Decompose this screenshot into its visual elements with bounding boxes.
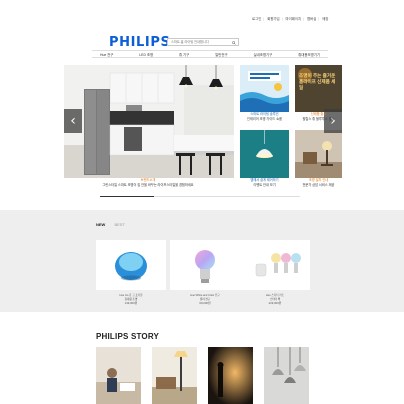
story-card-4[interactable] (264, 347, 309, 404)
product-price: 69,000원 (199, 301, 211, 305)
nav-item-indoor-fixture[interactable]: 실내조명기구 (254, 52, 273, 57)
nav-item-hue-bulb[interactable]: Hue 전구 (100, 52, 113, 57)
tab-new[interactable]: NEW (96, 222, 105, 227)
search-input[interactable] (171, 40, 231, 44)
top-link-membership[interactable]: 멤버십 (307, 17, 316, 21)
hero-caption-5-sub: 전문가 상담 서비스 제공 (302, 183, 335, 187)
hero-tile-interior[interactable] (295, 130, 342, 178)
hero-tile-blue-promo[interactable] (240, 65, 289, 112)
chevron-left-icon: ‹ (70, 113, 76, 129)
story-section-title: PHILIPS STORY (96, 332, 160, 341)
hero-caption-4-sub: 이벤트 안내 보기 (253, 183, 276, 187)
top-link-mypage[interactable]: 마이페이지 (286, 17, 302, 21)
carousel-prev-button[interactable]: ‹ (64, 109, 82, 133)
hero-tile-sale-promo[interactable]: 조명이 주는 즐거운 홈라이프 신제품 세일 (295, 65, 342, 112)
hero-promo-text: 조명이 주는 즐거운 홈라이프 신제품 세일 (299, 73, 336, 90)
story-card-3[interactable] (208, 347, 253, 404)
product-image-hue-go (96, 240, 166, 290)
product-tabs: NEW BEST (96, 222, 133, 227)
hero-tile-pendant-lamp[interactable] (240, 130, 289, 178)
top-link-signup[interactable]: 회원가입 (267, 17, 279, 21)
nav-item-led[interactable]: LED 조명 (139, 52, 153, 57)
product-image-hue-bulb (170, 240, 240, 290)
philips-logo[interactable]: PHILIPS (109, 35, 170, 50)
search-icon[interactable] (232, 40, 236, 45)
carousel-progress-bar (100, 196, 300, 197)
hero-kitchen-image[interactable] (64, 65, 234, 178)
top-link-store[interactable]: 매장 (322, 17, 328, 21)
carousel-progress-fill (100, 196, 154, 197)
hero-caption-1-sub: 그린스타일 스마트 조명이 집 안을 바꾸는 라이프스타일을 경험하세요 (102, 183, 194, 187)
top-utility-links: 로그인 | 회원가입 | 마이페이지 | 멤버십 | 매장 (252, 17, 329, 21)
search-box[interactable] (167, 38, 239, 46)
hero-caption-3-sub: 필립스 휴 블루투스 출시 (302, 117, 335, 121)
product-card-3[interactable]: Hue 스타터 키트 스타터 팩 229,000원 (240, 240, 310, 305)
story-card-1[interactable] (96, 347, 141, 404)
product-card-2[interactable]: Hue White and Color 전구 컬러 전구 69,000원 (170, 240, 240, 305)
product-price: 139,000원 (124, 301, 138, 305)
story-card-2[interactable] (152, 347, 197, 404)
hero-caption-2-sub: 인테리어 조명 가이드 쇼룸 (247, 117, 282, 121)
main-nav: Hue 전구 LED 조명 휴 기구 일반전구 실내조명기구 휴대용조명기기 (92, 50, 328, 58)
nav-item-portable[interactable]: 휴대용조명기기 (298, 52, 320, 57)
nav-item-hue-fixture[interactable]: 휴 기구 (179, 52, 189, 57)
product-card-1[interactable]: Hue Go 휴 고 포터블 휴대용 조명 139,000원 (96, 240, 166, 305)
nav-item-general-bulb[interactable]: 일반전구 (215, 52, 227, 57)
product-price: 229,000원 (268, 301, 282, 305)
product-image-starter-kit (240, 240, 310, 290)
top-link-login[interactable]: 로그인 (252, 17, 261, 21)
tab-best[interactable]: BEST (114, 222, 124, 227)
